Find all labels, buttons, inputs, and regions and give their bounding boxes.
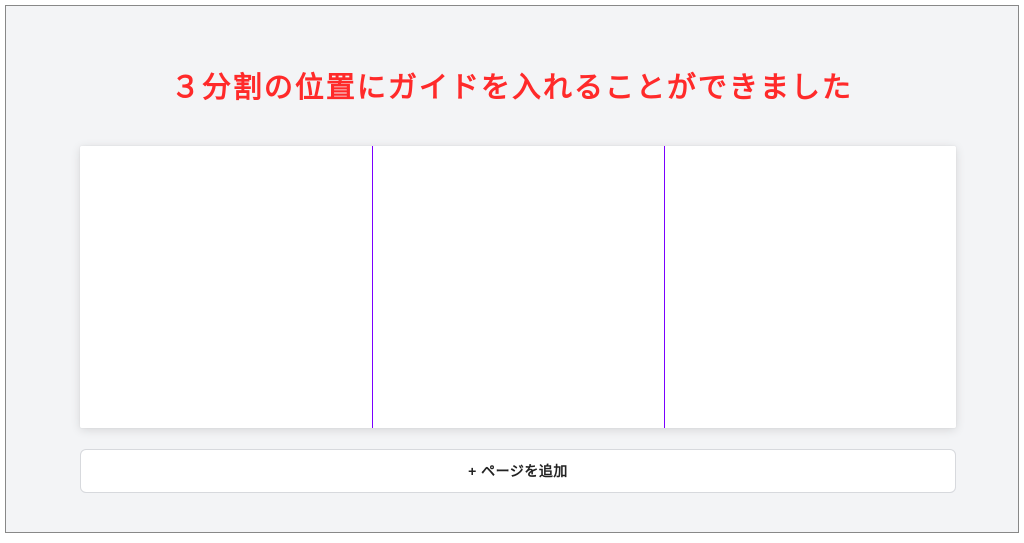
add-page-button[interactable]: + ページを追加	[80, 449, 956, 493]
vertical-guide-1[interactable]	[372, 146, 373, 428]
vertical-guide-2[interactable]	[664, 146, 665, 428]
annotation-heading: ３分割の位置にガイドを入れることができました	[6, 64, 1018, 106]
design-canvas[interactable]	[80, 146, 956, 428]
add-page-button-label: + ページを追加	[468, 461, 568, 481]
outer-frame: ３分割の位置にガイドを入れることができました + ページを追加	[5, 5, 1019, 533]
